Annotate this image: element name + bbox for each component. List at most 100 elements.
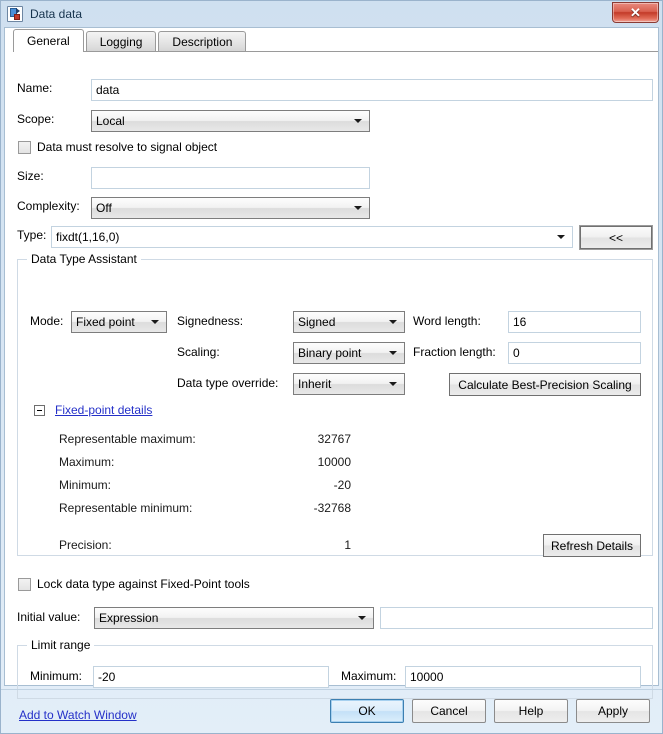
refresh-details-button[interactable]: Refresh Details — [543, 534, 641, 557]
detail-row-minimum: Minimum: -20 — [59, 478, 351, 492]
chevron-down-icon — [389, 351, 397, 355]
apply-button[interactable]: Apply — [576, 699, 650, 723]
complexity-value: Off — [96, 201, 112, 215]
scaling-row: Scaling: — [177, 345, 220, 359]
initial-value-label: Initial value: — [17, 610, 81, 624]
fraction-length-label: Fraction length: — [413, 345, 496, 359]
initial-value-expression-input[interactable] — [380, 607, 653, 629]
chevron-down-icon — [389, 320, 397, 324]
data-type-override-value: Inherit — [298, 377, 332, 391]
cancel-button[interactable]: Cancel — [412, 699, 486, 723]
precision-value: 1 — [344, 538, 351, 552]
signedness-value: Signed — [298, 315, 336, 329]
detail-label: Representable minimum: — [59, 501, 193, 515]
data-type-override-label: Data type override: — [177, 376, 279, 390]
detail-value: 10000 — [317, 455, 351, 469]
chevron-down-icon — [557, 235, 565, 239]
detail-row-maximum: Maximum: 10000 — [59, 455, 351, 469]
size-row: Size: — [17, 169, 91, 183]
chevron-down-icon — [354, 119, 362, 123]
data-type-assistant-title: Data Type Assistant — [27, 252, 141, 266]
scope-label: Scope: — [17, 112, 55, 126]
tab-description[interactable]: Description — [158, 31, 247, 52]
lock-data-type-label: Lock data type against Fixed-Point tools — [37, 577, 250, 591]
detail-label: Minimum: — [59, 478, 112, 492]
close-button[interactable]: ✕ — [612, 2, 659, 23]
word-length-row: Word length: — [413, 314, 481, 328]
detail-value: 32767 — [317, 432, 351, 446]
dialog-client-area: General Logging Description Name: Scope:… — [4, 27, 659, 722]
initial-value-mode: Expression — [99, 611, 159, 625]
data-type-override-dropdown[interactable]: Inherit — [293, 373, 405, 395]
help-button[interactable]: Help — [494, 699, 568, 723]
scaling-label: Scaling: — [177, 345, 220, 359]
name-label: Name: — [17, 81, 53, 95]
name-input[interactable] — [91, 79, 653, 101]
resolve-signal-object-checkbox[interactable] — [18, 140, 31, 154]
limit-minimum-row: Minimum: — [30, 669, 82, 683]
scope-dropdown[interactable]: Local — [91, 110, 370, 132]
detail-row-precision: Precision: 1 — [59, 538, 351, 552]
tab-general[interactable]: General — [13, 29, 84, 53]
fraction-length-input[interactable] — [508, 342, 641, 364]
title-bar: Data data ✕ — [1, 1, 662, 27]
limit-minimum-input[interactable] — [93, 666, 329, 688]
word-length-label: Word length: — [413, 314, 481, 328]
limit-maximum-label: Maximum: — [341, 669, 397, 683]
complexity-label: Complexity: — [17, 199, 80, 213]
signedness-label: Signedness: — [177, 314, 244, 328]
name-row: Name: — [17, 81, 91, 95]
limit-minimum-label: Minimum: — [30, 669, 83, 683]
precision-label: Precision: — [59, 538, 112, 552]
limit-maximum-row: Maximum: — [341, 669, 396, 683]
complexity-row: Complexity: — [17, 199, 91, 213]
ok-button[interactable]: OK — [330, 699, 404, 723]
mode-value: Fixed point — [76, 315, 135, 329]
detail-label: Maximum: — [59, 455, 115, 469]
signedness-dropdown[interactable]: Signed — [293, 311, 405, 333]
collapse-assistant-button[interactable]: << — [580, 226, 652, 249]
fixed-point-details-toggle-row: Fixed-point details — [34, 403, 152, 417]
scaling-dropdown[interactable]: Binary point — [293, 342, 405, 364]
fraction-length-row: Fraction length: — [413, 345, 496, 359]
fixed-point-details-link[interactable]: Fixed-point details — [55, 403, 152, 417]
divider — [1, 689, 662, 690]
size-input[interactable] — [91, 167, 370, 189]
collapse-toggle-icon[interactable] — [34, 404, 45, 416]
data-type-override-row: Data type override: — [177, 376, 278, 390]
type-row: Type: — [17, 228, 46, 242]
signedness-row: Signedness: — [177, 314, 243, 328]
dialog-button-bar: OK Cancel Help Apply — [1, 689, 662, 733]
limit-range-title: Limit range — [27, 638, 95, 652]
initial-value-row: Initial value: — [17, 610, 80, 624]
tab-logging[interactable]: Logging — [85, 31, 157, 52]
detail-value: -20 — [333, 478, 351, 492]
mode-row: Mode: — [30, 314, 63, 328]
size-label: Size: — [17, 169, 44, 183]
initial-value-mode-dropdown[interactable]: Expression — [94, 607, 374, 629]
type-label: Type: — [17, 228, 47, 242]
tab-strip: General Logging Description — [5, 28, 658, 53]
scope-value: Local — [96, 114, 125, 128]
calculate-best-precision-scaling-button[interactable]: Calculate Best-Precision Scaling — [449, 373, 641, 396]
chevron-down-icon — [151, 320, 159, 324]
limit-maximum-input[interactable] — [405, 666, 641, 688]
lock-data-type-checkbox[interactable] — [18, 577, 31, 591]
detail-row-representable-maximum: Representable maximum: 32767 — [59, 432, 351, 446]
window-title: Data data — [30, 7, 83, 21]
chevron-down-icon — [389, 382, 397, 386]
detail-value: -32768 — [313, 501, 351, 515]
type-dropdown[interactable]: fixdt(1,16,0) — [51, 226, 573, 248]
type-value: fixdt(1,16,0) — [56, 230, 120, 244]
detail-row-representable-minimum: Representable minimum: -32768 — [59, 501, 351, 515]
word-length-input[interactable] — [508, 311, 641, 333]
scaling-value: Binary point — [298, 346, 362, 360]
complexity-dropdown[interactable]: Off — [91, 197, 370, 219]
mode-label: Mode: — [30, 314, 64, 328]
general-tab-panel: Name: Scope: Local Data must resolve to … — [5, 52, 658, 722]
close-icon: ✕ — [630, 4, 641, 20]
data-object-icon — [7, 6, 23, 22]
mode-dropdown[interactable]: Fixed point — [71, 311, 167, 333]
resolve-signal-object-label: Data must resolve to signal object — [37, 140, 218, 154]
lock-data-type-row: Lock data type against Fixed-Point tools — [18, 577, 250, 591]
